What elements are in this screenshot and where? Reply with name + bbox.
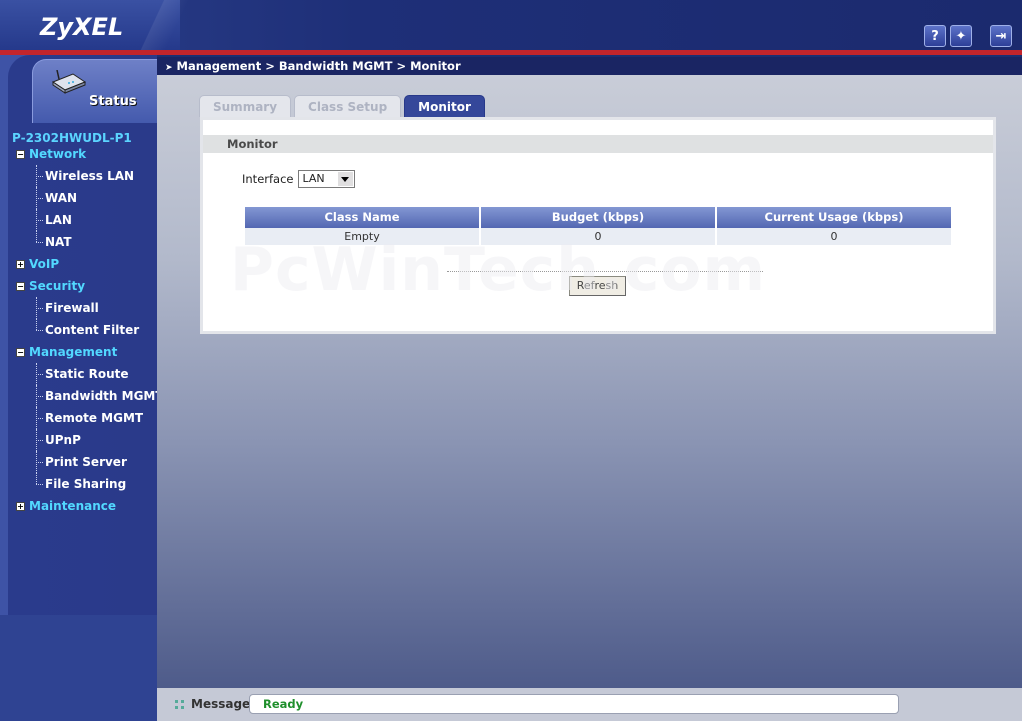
sidebar-item-label: LAN: [45, 213, 72, 227]
sidebar-item-label: Static Route: [45, 367, 129, 381]
table-header: Class Name Budget (kbps) Current Usage (…: [245, 207, 951, 228]
tree-connector: [36, 374, 43, 375]
sidebar-item-label: Management: [29, 345, 118, 359]
sidebar-item-label: Firewall: [45, 301, 99, 315]
sidebar-item-security[interactable]: − Security: [0, 275, 157, 297]
help-icon[interactable]: ?: [924, 25, 946, 47]
tree-connector: [36, 231, 37, 242]
expand-icon[interactable]: +: [16, 260, 25, 269]
panel-title: Monitor: [203, 135, 993, 153]
tree-connector: [36, 242, 43, 243]
tab-summary[interactable]: Summary: [199, 95, 292, 117]
status-bar: Message Ready: [157, 688, 1022, 721]
sidebar-bottom: [0, 615, 157, 721]
message-icon: [175, 700, 184, 709]
zyxel-logo: ZyXEL: [40, 13, 124, 41]
status-label: Status: [89, 94, 137, 109]
tree-connector: [36, 396, 43, 397]
router-icon: [51, 70, 87, 94]
column-header-class-name: Class Name: [245, 207, 481, 228]
sidebar-item-firewall[interactable]: Firewall: [0, 297, 157, 319]
sidebar-item-print-server[interactable]: Print Server: [0, 451, 157, 473]
sidebar-item-upnp[interactable]: UPnP: [0, 429, 157, 451]
logout-icon[interactable]: ⇥: [990, 25, 1012, 47]
column-header-current-usage: Current Usage (kbps): [717, 207, 951, 228]
top-banner: ZyXEL ? ✦ ⇥: [0, 0, 1022, 55]
interface-row: Interface LAN: [242, 170, 355, 188]
tree-connector: [36, 198, 43, 199]
collapse-icon[interactable]: −: [16, 282, 25, 291]
breadcrumb-arrow-icon: ➤: [165, 63, 173, 73]
logo-area: ZyXEL: [0, 0, 190, 52]
interface-label: Interface: [242, 172, 294, 186]
message-label: Message: [191, 697, 251, 711]
top-icons: ? ✦ ⇥: [924, 25, 1012, 47]
tree-connector: [36, 308, 43, 309]
sidebar-item-label: Content Filter: [45, 323, 140, 337]
tree-connector: [36, 176, 43, 177]
sidebar-item-label: WAN: [45, 191, 78, 205]
tree-connector: [36, 473, 37, 484]
sidebar-item-label: Bandwidth MGMT: [45, 389, 157, 403]
tab-bar: Summary Class Setup Monitor: [199, 95, 485, 117]
sidebar-item-lan[interactable]: LAN: [0, 209, 157, 231]
sidebar-item-network[interactable]: − Network: [0, 143, 157, 165]
sidebar-item-label: Maintenance: [29, 499, 117, 513]
collapse-icon[interactable]: −: [16, 150, 25, 159]
interface-select-value: LAN: [302, 172, 325, 185]
sidebar-item-content-filter[interactable]: Content Filter: [0, 319, 157, 341]
breadcrumb-bar: ➤ Management > Bandwidth MGMT > Monitor: [157, 57, 1022, 75]
sidebar-item-wan[interactable]: WAN: [0, 187, 157, 209]
sidebar-item-voip[interactable]: + VoIP: [0, 253, 157, 275]
sidebar-item-file-sharing[interactable]: File Sharing: [0, 473, 157, 495]
watermark: PcWinTech.com: [230, 235, 767, 305]
column-header-budget: Budget (kbps): [481, 207, 717, 228]
sidebar-item-maintenance[interactable]: + Maintenance: [0, 495, 157, 517]
sidebar-item-nat[interactable]: NAT: [0, 231, 157, 253]
chevron-down-icon[interactable]: [337, 172, 353, 186]
sidebar-item-label: Wireless LAN: [45, 169, 135, 183]
sidebar-item-label: Remote MGMT: [45, 411, 144, 425]
sidebar-item-management[interactable]: − Management: [0, 341, 157, 363]
nav-tree: − Network Wireless LAN WAN LAN NAT + VoI…: [0, 143, 157, 517]
sidebar-item-wireless-lan[interactable]: Wireless LAN: [0, 165, 157, 187]
sidebar-item-label: UPnP: [45, 433, 81, 447]
interface-select[interactable]: LAN: [297, 170, 355, 188]
sidebar-item-label: Print Server: [45, 455, 127, 469]
main-content: Summary Class Setup Monitor Monitor Inte…: [157, 75, 1022, 688]
sidebar-item-label: Security: [29, 279, 86, 293]
logo-swoosh: [130, 0, 190, 52]
sidebar-item-label: NAT: [45, 235, 72, 249]
sidebar: Status P-2302HWUDL-P1 − Network Wireless…: [0, 55, 157, 721]
tree-connector: [36, 418, 43, 419]
tab-monitor[interactable]: Monitor: [404, 95, 485, 117]
breadcrumb: ➤ Management > Bandwidth MGMT > Monitor: [165, 59, 461, 73]
tab-class-setup[interactable]: Class Setup: [294, 95, 402, 117]
tree-connector: [36, 330, 43, 331]
tree-connector: [36, 484, 43, 485]
sidebar-item-remote-mgmt[interactable]: Remote MGMT: [0, 407, 157, 429]
wizard-icon[interactable]: ✦: [950, 25, 972, 47]
sidebar-item-label: File Sharing: [45, 477, 127, 491]
sidebar-item-label: Network: [29, 147, 87, 161]
message-box: Ready: [249, 694, 899, 714]
sidebar-item-bandwidth-mgmt[interactable]: Bandwidth MGMT: [0, 385, 157, 407]
sidebar-item-static-route[interactable]: Static Route: [0, 363, 157, 385]
breadcrumb-text: Management > Bandwidth MGMT > Monitor: [176, 59, 461, 73]
sidebar-item-label: VoIP: [29, 257, 60, 271]
status-button[interactable]: Status: [32, 59, 157, 123]
expand-icon[interactable]: +: [16, 502, 25, 511]
collapse-icon[interactable]: −: [16, 348, 25, 357]
tree-connector: [36, 440, 43, 441]
tree-connector: [36, 319, 37, 330]
tree-connector: [36, 462, 43, 463]
tree-connector: [36, 220, 43, 221]
